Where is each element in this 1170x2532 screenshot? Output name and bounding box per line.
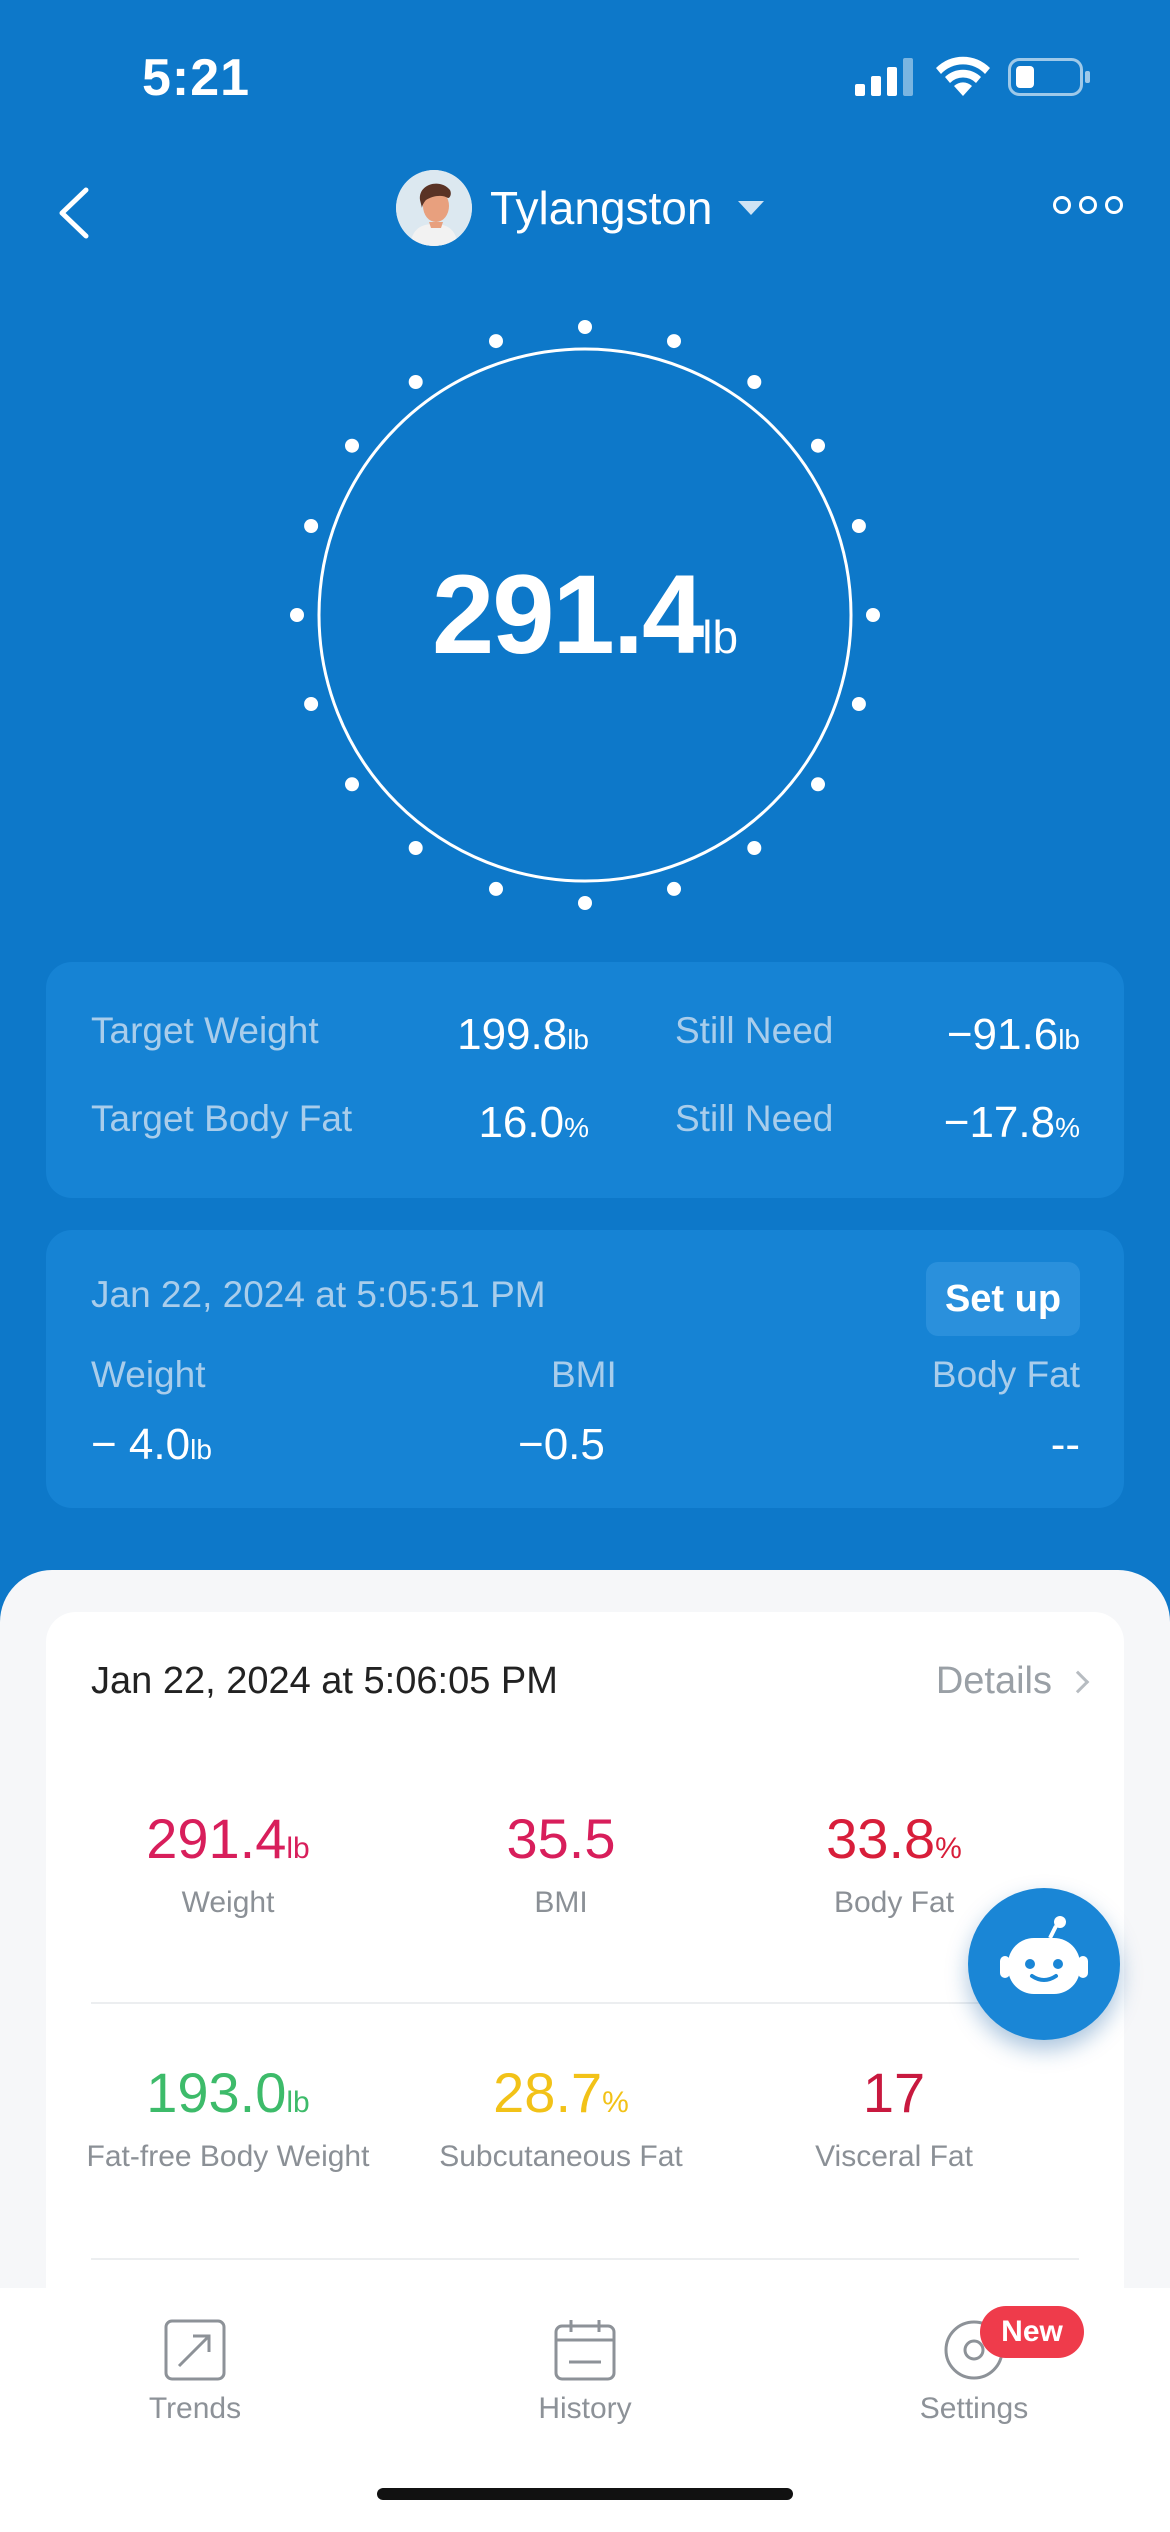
metric-value: 35.5 <box>506 1807 616 1870</box>
new-badge: New <box>980 2306 1084 2358</box>
metric-value: 28.7% <box>493 2061 629 2124</box>
gauge-dot <box>304 697 319 711</box>
setup-button[interactable]: Set up <box>926 1262 1080 1336</box>
tab-trends[interactable]: Trends <box>65 2318 325 2426</box>
gauge-dot <box>345 438 359 453</box>
target-weight-label: Target Weight <box>91 1010 319 1051</box>
dropdown-caret-icon[interactable] <box>738 201 765 215</box>
more-options-icon[interactable] <box>1052 190 1124 220</box>
battery-icon <box>1008 58 1090 96</box>
metric-visceral-fat[interactable]: 17 Visceral Fat <box>714 2058 1074 2174</box>
assistant-bot-button[interactable] <box>968 1888 1120 2040</box>
still-need-label: Still Need <box>675 1098 834 1139</box>
row-divider <box>91 2002 1079 2004</box>
metric-value: 17 <box>862 2061 926 2124</box>
change-bodyfat-value: -- <box>1050 1420 1080 1469</box>
details-label: Details <box>935 1660 1052 1702</box>
change-weight-value: − 4.0lb <box>91 1420 212 1469</box>
target-card: Target Weight 199.8lb Still Need −91.6lb… <box>46 962 1124 1198</box>
robot-icon <box>1000 1916 1088 1994</box>
gauge-dot <box>408 841 423 855</box>
target-fat-row: Target Body Fat 16.0% Still Need −17.8% <box>91 1098 1125 1158</box>
metric-subcutaneous-fat[interactable]: 28.7% Subcutaneous Fat <box>381 2058 741 2174</box>
change-bodyfat-label: Body Fat <box>931 1354 1080 1395</box>
trend-arrow-icon <box>164 2319 226 2381</box>
cellular-signal-icon <box>855 58 913 96</box>
change-bmi-value: −0.5 <box>518 1420 605 1469</box>
change-weight-label: Weight <box>91 1354 206 1395</box>
gauge-dot <box>408 375 423 389</box>
metric-value: 193.0lb <box>146 2061 310 2124</box>
metric-label: BMI <box>534 1886 588 1919</box>
tab-label: Settings <box>919 2392 1029 2425</box>
gauge-dot <box>304 519 319 533</box>
change-bmi-label: BMI <box>551 1354 617 1395</box>
back-chevron-icon[interactable] <box>52 182 96 244</box>
current-weight-unit: lb <box>702 611 739 663</box>
gauge-dot <box>851 697 866 711</box>
still-need-weight: −91.6lb <box>946 1010 1080 1059</box>
gauge-dot <box>489 334 503 349</box>
gauge-dot <box>811 438 825 453</box>
avatar <box>396 170 472 246</box>
still-need-fat: −17.8% <box>943 1098 1080 1147</box>
metric-label: Weight <box>181 1886 275 1919</box>
wifi-icon <box>936 56 990 96</box>
current-weight: 291.4lb <box>280 550 890 679</box>
measurement-date: Jan 22, 2024 at 5:06:05 PM <box>91 1660 558 1702</box>
still-need-label: Still Need <box>675 1010 834 1051</box>
gauge-dot <box>578 320 592 334</box>
gauge-dot <box>747 841 762 855</box>
target-fat-value: 16.0% <box>478 1098 589 1147</box>
metric-value: 291.4lb <box>146 1807 310 1870</box>
gauge-dot <box>667 881 681 896</box>
current-weight-value: 291.4 <box>431 552 704 677</box>
target-weight-value: 199.8lb <box>457 1010 589 1059</box>
calendar-icon <box>554 2320 616 2381</box>
user-switcher[interactable]: Tylangston <box>396 168 765 248</box>
gauge-dot <box>851 519 866 533</box>
gauge-dot <box>489 881 503 896</box>
metric-label: Visceral Fat <box>815 2140 973 2173</box>
last-change-date: Jan 22, 2024 at 5:05:51 PM <box>91 1274 546 1315</box>
metric-fat-free-weight[interactable]: 193.0lb Fat-free Body Weight <box>48 2058 408 2174</box>
tab-label: History <box>538 2392 632 2425</box>
tab-label: Trends <box>148 2392 242 2425</box>
metric-weight[interactable]: 291.4lb Weight <box>48 1804 408 1920</box>
gauge-dot <box>578 896 592 910</box>
status-time: 5:21 <box>142 49 251 107</box>
gauge-dot <box>747 375 762 389</box>
metric-value: 33.8% <box>826 1807 962 1870</box>
target-fat-label: Target Body Fat <box>91 1098 353 1139</box>
target-weight-row: Target Weight 199.8lb Still Need −91.6lb <box>91 1010 1125 1070</box>
tab-history[interactable]: History <box>455 2318 715 2426</box>
details-link[interactable]: Details <box>935 1660 1090 1703</box>
metric-bmi[interactable]: 35.5 BMI <box>381 1804 741 1920</box>
home-indicator[interactable] <box>377 2488 793 2500</box>
metric-label: Subcutaneous Fat <box>439 2140 683 2173</box>
status-bar: 5:21 <box>0 0 1170 150</box>
gauge-dot <box>667 334 681 349</box>
gauge-dot <box>811 777 825 792</box>
metric-label: Fat-free Body Weight <box>86 2140 370 2173</box>
last-change-card: Jan 22, 2024 at 5:05:51 PM Set up Weight… <box>46 1230 1124 1508</box>
username: Tylangston <box>490 182 713 234</box>
chevron-right-icon <box>1066 1670 1090 1693</box>
row-divider <box>91 2258 1079 2260</box>
gauge-dot <box>345 777 359 792</box>
